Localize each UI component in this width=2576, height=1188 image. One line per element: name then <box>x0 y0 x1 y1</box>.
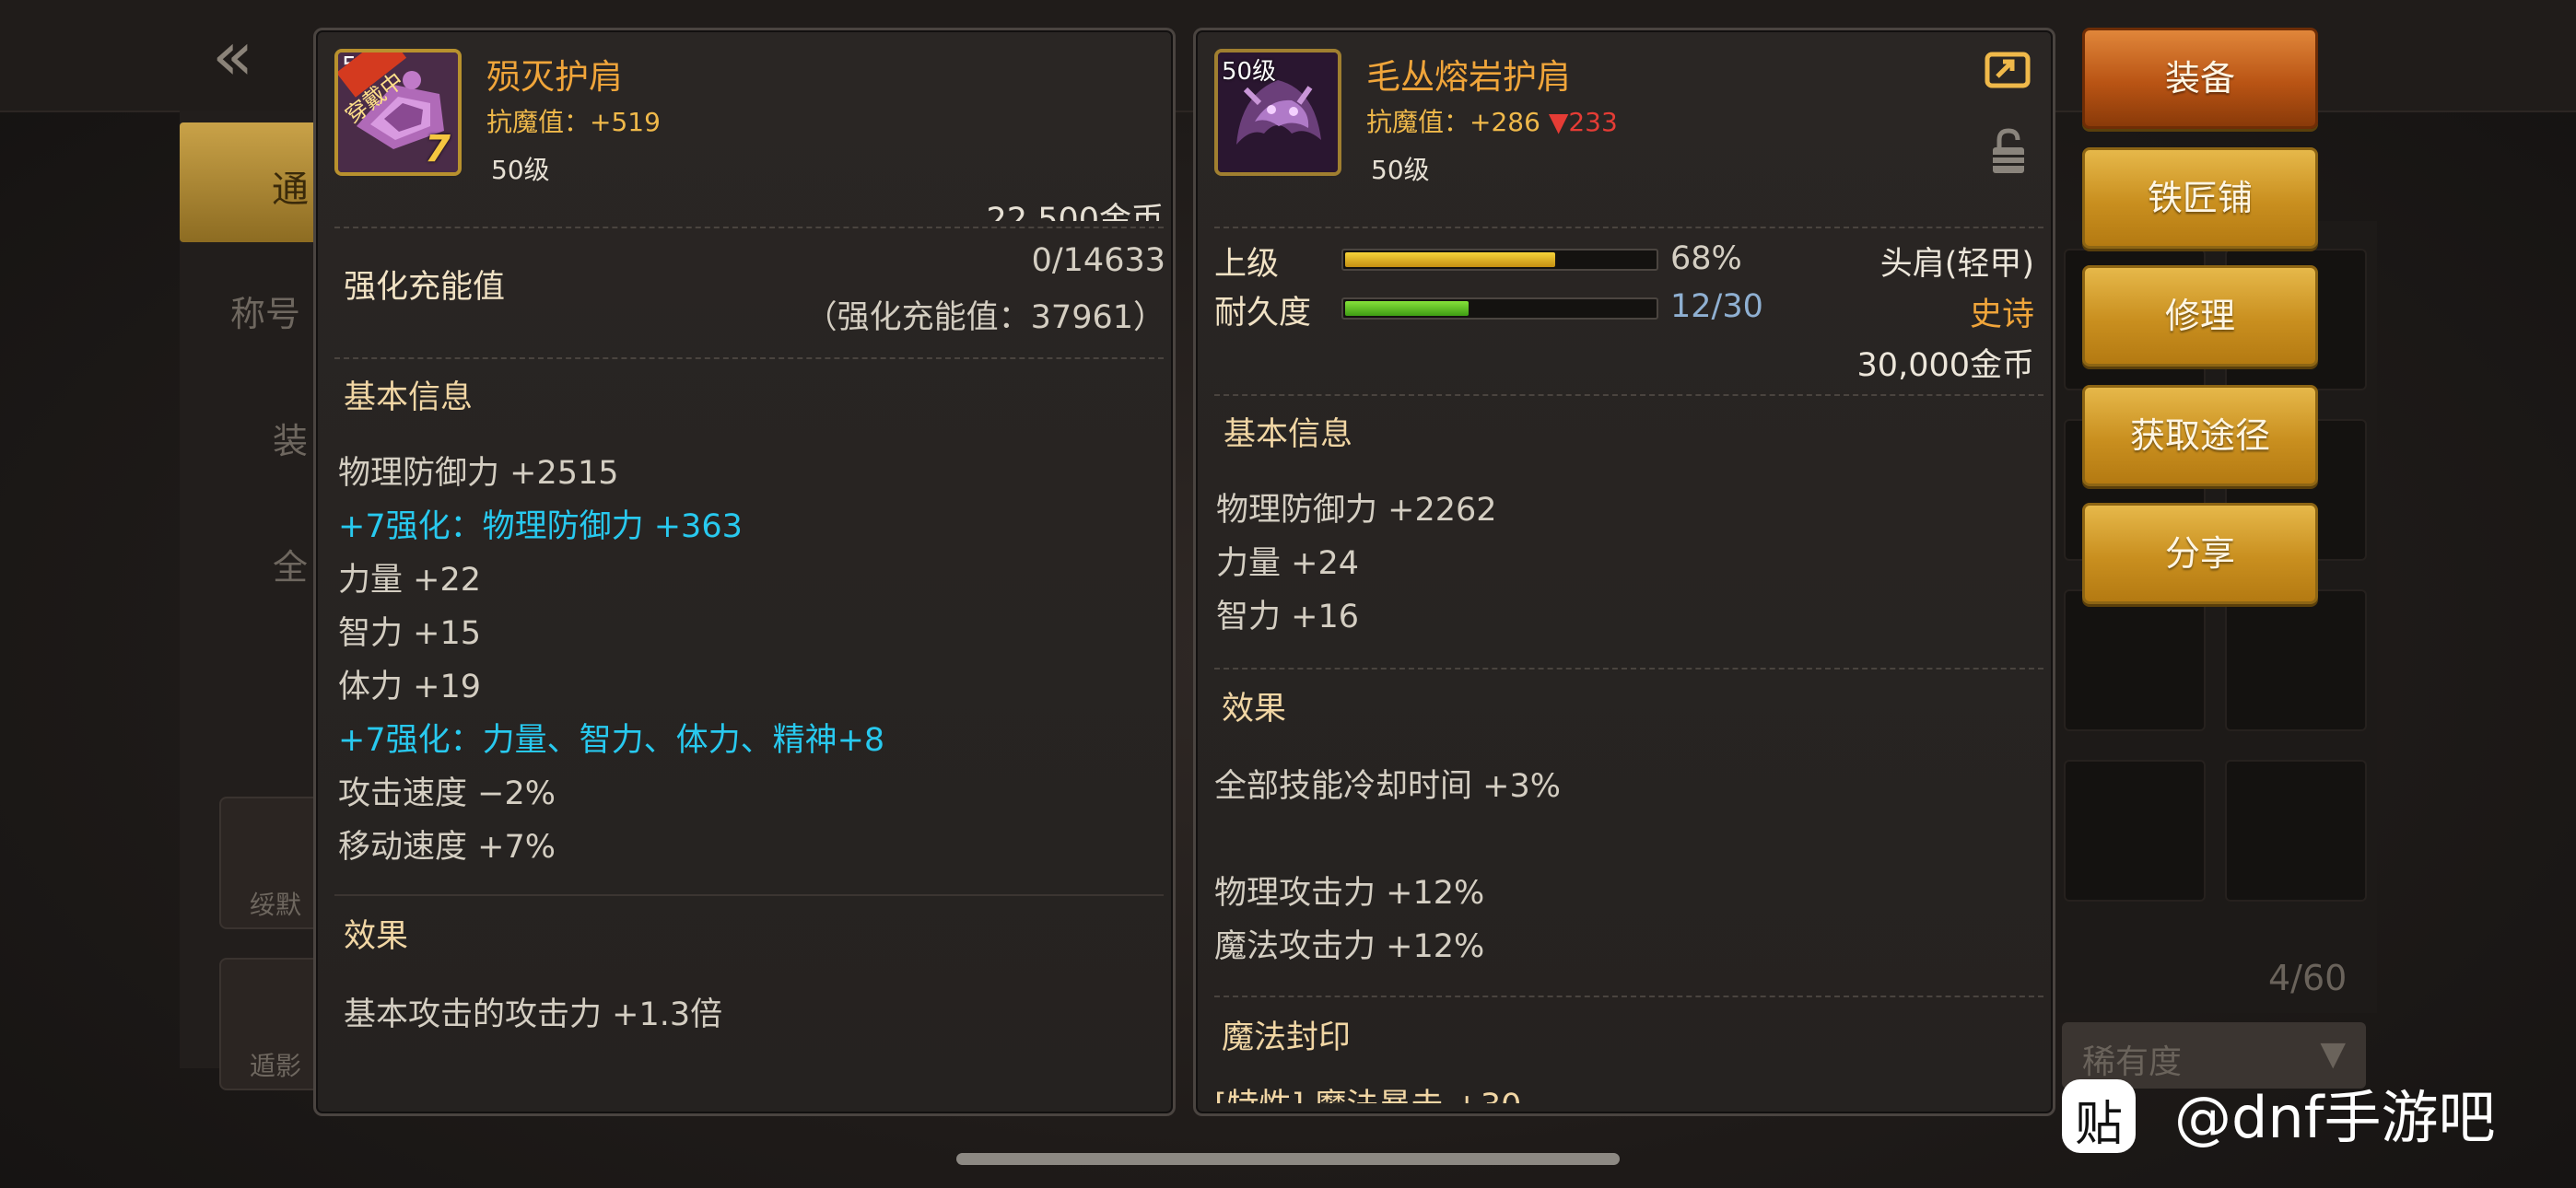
equipped-item-icon: 5 穿戴中 7 <box>334 49 462 176</box>
divider <box>334 227 1164 228</box>
background-tab-all[interactable]: 全 <box>273 539 308 589</box>
effect-line: 基本攻击的攻击力 +1.3倍 <box>344 996 723 1033</box>
stat-line: 体力 +19 <box>338 669 481 705</box>
durability-bar-fill <box>1345 301 1469 316</box>
effect-line: 物理攻击力 +12% <box>1214 875 1485 912</box>
grade-bar-fill <box>1345 252 1556 267</box>
divider <box>334 357 1164 359</box>
compare-item-icon: 50级 <box>1214 49 1341 176</box>
background-tab-title[interactable]: 称号 <box>230 285 300 336</box>
item-level: 50级 <box>1371 155 1430 185</box>
magic-defense-row: 抗魔值：+286 ▼233 <box>1366 102 1618 139</box>
grade-label: 上级 <box>1214 246 1280 283</box>
stat-line: 力量 +22 <box>338 562 481 599</box>
obtain-source-button[interactable]: 获取途径 <box>2082 385 2318 486</box>
effect-title: 效果 <box>1222 691 1287 728</box>
magic-seal-line: [特性] 魔法暴击 +30 <box>1214 1079 1521 1103</box>
stat-line: 攻击速度 −2% <box>338 775 556 812</box>
magic-seal-title: 魔法封印 <box>1222 1019 1352 1056</box>
back-arrow-icon[interactable]: « <box>212 17 253 96</box>
compare-item-panel: 50级 毛丛熔岩护肩 抗魔值：+286 ▼233 50级 上级 68% 耐久度 … <box>1193 28 2055 1116</box>
equipped-item-panel: 5 穿戴中 7 殒灭护肩 抗魔值：+519 50级 22,500金币 强化充能值… <box>313 28 1176 1116</box>
basic-info-title: 基本信息 <box>1224 416 1353 453</box>
effect-line: 全部技能冷却时间 +3% <box>1214 768 1561 805</box>
inventory-slot[interactable] <box>2064 589 2206 731</box>
item-level: 50级 <box>491 155 550 185</box>
stat-line: 智力 +16 <box>1216 599 1359 635</box>
inventory-slot[interactable] <box>2225 760 2367 902</box>
charge-value: 0/14633 <box>1031 242 1165 279</box>
enhance-stat-line: +7强化：物理防御力 +363 <box>338 508 743 545</box>
slot-type: 头肩(轻甲) <box>1879 246 2034 283</box>
dropdown-triangle-icon: ▼ <box>2320 1035 2346 1073</box>
rarity-filter-label: 稀有度 <box>2082 1043 2183 1081</box>
magic-defense: 抗魔值：+519 <box>486 107 661 137</box>
unlock-icon[interactable] <box>1990 127 2027 175</box>
item-price: 30,000金币 <box>1856 347 2034 384</box>
repair-button[interactable]: 修理 <box>2082 265 2318 367</box>
stat-line: 物理防御力 +2515 <box>338 455 619 492</box>
divider <box>1214 668 2043 670</box>
inventory-slot[interactable] <box>2225 589 2367 731</box>
equip-button[interactable]: 装备 <box>2082 28 2318 129</box>
share-button[interactable]: 分享 <box>2082 503 2318 604</box>
charge-total: （强化充能值：37961） <box>804 299 1165 336</box>
basic-info-title: 基本信息 <box>344 379 474 416</box>
magic-defense-diff: ▼233 <box>1548 107 1618 137</box>
price-cutoff: 22,500金币 <box>986 202 1164 221</box>
durability-value: 12/30 <box>1670 288 1763 325</box>
scroll-cutoff-bottom: [特性] 魔法暴击 +30 <box>1196 1076 2053 1103</box>
stat-line: 移动速度 +7% <box>338 829 556 866</box>
icon-level: 50级 <box>1222 58 1277 86</box>
divider <box>334 894 1164 896</box>
item-name: 毛丛熔岩护肩 <box>1366 57 1571 97</box>
rarity-label: 史诗 <box>1969 297 2034 333</box>
enhance-stat-line: +7强化：力量、智力、体力、精神+8 <box>338 722 885 759</box>
charge-label: 强化充能值 <box>344 269 506 306</box>
divider <box>1214 227 2043 228</box>
stat-line: 智力 +15 <box>338 615 481 652</box>
divider <box>1214 996 2043 997</box>
effect-line: 魔法攻击力 +12% <box>1214 928 1485 965</box>
scroll-cutoff-area: 22,500金币 <box>316 182 1173 221</box>
stat-line: 力量 +24 <box>1216 545 1359 582</box>
inventory-count: 4/60 <box>2268 958 2348 998</box>
background-tab-active[interactable]: 通 <box>180 122 318 242</box>
blacksmith-button[interactable]: 铁匠铺 <box>2082 147 2318 249</box>
background-tab-equipment[interactable]: 装 <box>273 413 308 463</box>
grade-bar <box>1341 249 1658 271</box>
divider <box>1214 394 2043 396</box>
tieba-logo-icon: 贴 <box>2062 1079 2136 1153</box>
magic-defense: 抗魔值：+286 <box>1366 107 1549 137</box>
durability-label: 耐久度 <box>1214 295 1312 332</box>
background-tab-label: 通 <box>272 169 309 211</box>
item-name: 殒灭护肩 <box>486 57 623 97</box>
send-to-storage-icon[interactable] <box>1985 49 2032 89</box>
enhance-level-badge: 7 <box>425 128 451 170</box>
durability-bar <box>1341 297 1658 320</box>
home-indicator[interactable] <box>956 1153 1620 1165</box>
watermark-text: @dnf手游吧 <box>2174 1084 2496 1151</box>
effect-title: 效果 <box>344 918 409 955</box>
inventory-slot[interactable] <box>2064 760 2206 902</box>
tieba-logo-char: 贴 <box>2074 1097 2123 1152</box>
stat-line: 物理防御力 +2262 <box>1216 492 1497 529</box>
grade-value: 68% <box>1670 240 1742 277</box>
